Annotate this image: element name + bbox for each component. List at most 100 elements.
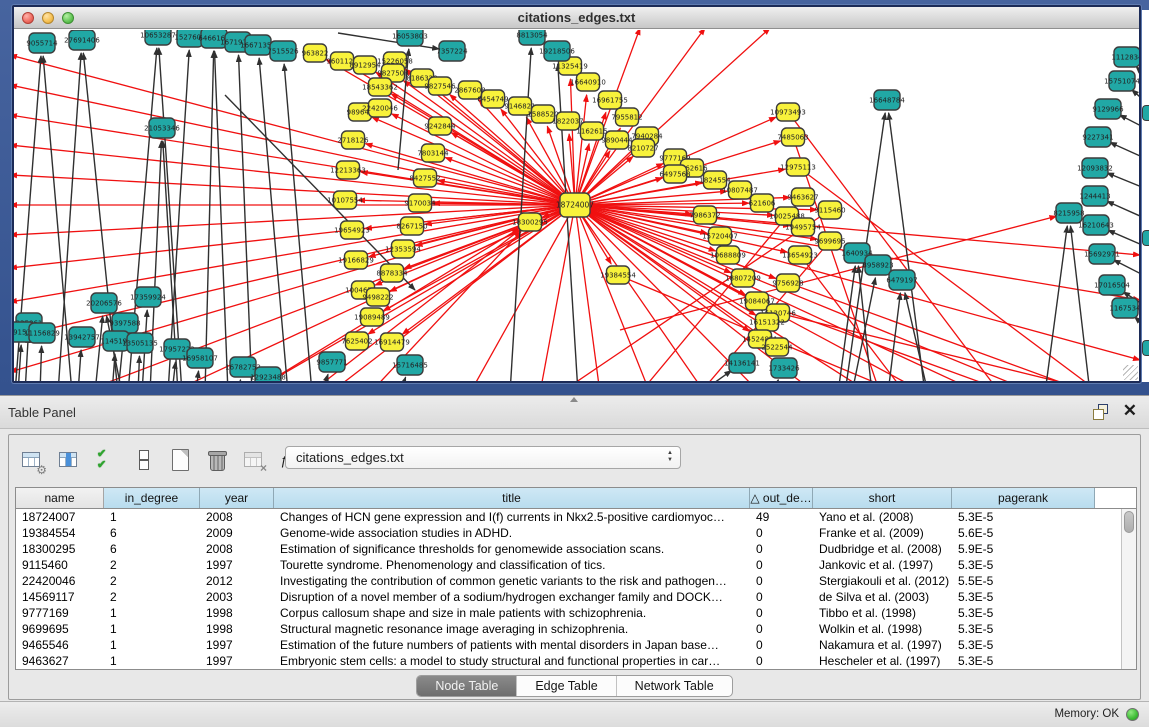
graph-edge[interactable] [215,51,228,381]
column-header-name[interactable]: name [16,488,104,508]
graph-edge[interactable] [78,350,81,381]
graph-node-label: 18724007 [556,201,594,210]
graph-node-label: 19218506 [539,48,575,56]
traffic-lights [22,12,74,24]
trash-icon[interactable] [204,447,230,473]
graph-edge[interactable] [372,117,575,205]
table-row[interactable]: 969969511998Structural magnetic resonanc… [16,621,1121,637]
memory-status-indicator[interactable] [1126,708,1139,721]
table-cell: Yano et al. (2008) [813,509,952,525]
table-row[interactable]: 911546021997Tourette syndrome. Phenomeno… [16,557,1121,573]
graph-node-label: 15716485 [392,362,428,370]
graph-edge[interactable] [1045,226,1067,381]
window-title-bar[interactable]: citations_edges.txt [14,7,1139,29]
graph-edge[interactable] [575,205,600,381]
table-selector-dropdown[interactable]: citations_edges.txt ▲▼ [285,446,681,469]
column-header-pagerank[interactable]: pagerank [952,488,1095,508]
graph-node-label: 16914479 [374,339,410,347]
close-window-icon[interactable] [22,12,34,24]
graph-edge[interactable] [238,380,241,381]
table-cell: 0 [750,621,813,637]
table-cell: Estimation of significance thresholds fo… [274,541,750,557]
graph-node-label: 10688809 [710,252,746,260]
network-canvas[interactable]: 1872400796382296011288912954152260589827… [14,30,1139,381]
graph-edge[interactable] [400,377,406,381]
graph-node-label: 7357224 [436,48,468,56]
table-row[interactable]: 1830029562008Estimation of significance … [16,541,1121,557]
graph-node-label: 8813054 [516,32,548,40]
graph-edge[interactable] [25,336,28,381]
scrollbar-thumb[interactable] [1124,511,1134,533]
select-all-icon[interactable] [93,447,119,473]
graph-edge[interactable] [1135,317,1139,330]
graph-edge[interactable] [196,371,199,381]
table-cell: 5.5E-5 [952,573,1095,589]
table-cell: 18724007 [16,509,104,525]
graph-edge[interactable] [778,313,1105,381]
graph-node-label: 8267150 [396,223,427,231]
vertical-scrollbar[interactable] [1121,509,1136,669]
graph-node-label: 12213363 [330,167,366,175]
table-cell: 5.3E-5 [952,637,1095,653]
table-cell: 1997 [200,653,274,669]
table-cell: Stergiakouli et al. (2012) [813,573,952,589]
graph-edge[interactable] [1132,90,1139,105]
graph-edge[interactable] [1107,173,1139,190]
graph-edge[interactable] [1110,142,1139,160]
float-panel-icon[interactable] [1093,404,1109,420]
graph-edge[interactable] [772,380,778,381]
tab-network-table[interactable]: Network Table [617,676,732,696]
table-row[interactable]: 2242004622012Investigating the contribut… [16,573,1121,589]
graph-edge[interactable] [259,58,288,381]
new-document-icon[interactable] [167,447,193,473]
graph-edge[interactable] [540,205,575,381]
column-header-out_de[interactable]: △ out_de… [750,488,813,508]
graph-edge[interactable] [700,371,731,381]
graph-edge[interactable] [205,51,214,381]
column-header-in_degree[interactable]: in_degree [104,488,200,508]
graph-edge[interactable] [112,354,115,381]
window-title: citations_edges.txt [14,10,1139,25]
window-resize-grip[interactable] [1123,365,1138,380]
table-cell: 1 [104,605,200,621]
close-panel-icon[interactable]: ✕ [1123,400,1137,422]
graph-node-label: 18300295 [512,219,548,227]
column-header-short[interactable]: short [813,488,952,508]
column-visibility-icon[interactable] [56,447,82,473]
graph-node-label: 16210643 [1078,222,1114,230]
table-cell: 0 [750,557,813,573]
table-row[interactable]: 977716911998Corpus callosum shape and si… [16,605,1121,621]
graph-edge[interactable] [14,205,575,338]
table-row[interactable]: 1456911722003Disruption of a novel membe… [16,589,1121,605]
splitter-handle-icon[interactable] [570,397,578,402]
table-settings-icon[interactable] [19,447,45,473]
table-row[interactable]: 1938455462009Genome-wide association stu… [16,525,1121,541]
graph-edge[interactable] [172,362,176,381]
table-row[interactable]: 946362711997Embryonic stem cells: a mode… [16,653,1121,669]
graph-node-label: 8427552 [409,175,440,183]
zoom-window-icon[interactable] [62,12,74,24]
graph-node-label: 2522544 [761,344,793,352]
minimize-window-icon[interactable] [42,12,54,24]
delete-table-icon[interactable] [241,447,267,473]
column-header-title[interactable]: title [274,488,750,508]
table-cell: Disruption of a novel member of a sodium… [274,589,750,605]
graph-edge[interactable] [138,356,139,381]
graph-node-label: 19089489 [354,314,390,322]
table-cell: 19384554 [16,525,104,541]
table-row[interactable]: 1872400712008Changes of HCN gene express… [16,509,1121,525]
graph-node-label: 8878334 [376,270,408,278]
table-cell: 2008 [200,541,274,557]
row-options-icon[interactable] [130,447,156,473]
column-header-year[interactable]: year [200,488,274,508]
graph-node-label: 13942757 [64,334,100,342]
tab-node-table[interactable]: Node Table [417,676,517,696]
table-row[interactable]: 946554611997Estimation of the future num… [16,637,1121,653]
graph-edge[interactable] [1107,201,1139,220]
graph-edge[interactable] [1120,115,1139,130]
graph-edge[interactable] [852,278,875,381]
tab-edge-table[interactable]: Edge Table [517,676,616,696]
graph-edge[interactable] [570,79,575,205]
table-cell: 0 [750,653,813,669]
graph-edge[interactable] [95,316,103,381]
